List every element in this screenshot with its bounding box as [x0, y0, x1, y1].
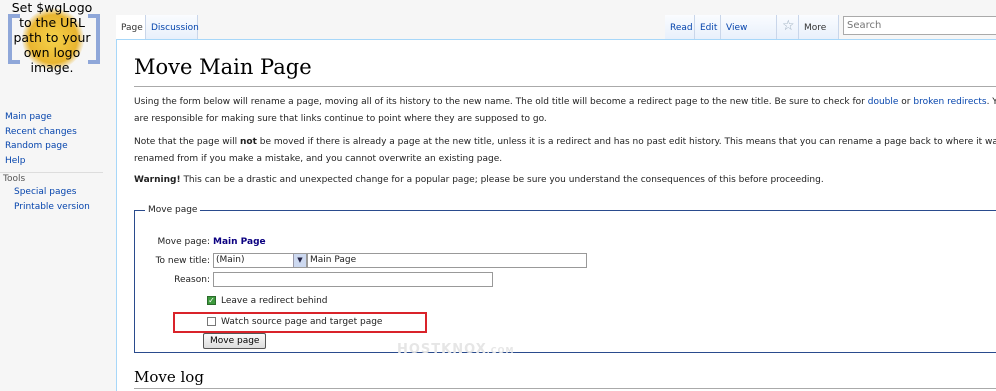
sidebar-item-help[interactable]: Help	[0, 154, 115, 169]
sidebar-item-main-page[interactable]: Main page	[0, 110, 115, 125]
main-content: Move Main Page Using the form below will…	[116, 39, 996, 391]
tab-view-history[interactable]: View history	[721, 15, 777, 59]
logo-text-line: own logo	[23, 45, 81, 60]
namespace-select[interactable]: (Main) ▼	[213, 253, 307, 268]
note-text-after: be moved if there is already a page at t…	[134, 137, 996, 164]
sidebar-item-recent-changes[interactable]: Recent changes	[0, 125, 115, 140]
new-title-input[interactable]: Main Page	[307, 253, 587, 268]
logo-placeholder-text: Set $wgLogo to the URL path to your own …	[2, 0, 102, 75]
move-log-heading: Move log	[134, 368, 204, 386]
tab-discussion[interactable]: Discussion	[146, 15, 199, 39]
move-page-button[interactable]: Move page	[203, 333, 267, 349]
tab-read[interactable]: Read	[665, 15, 695, 39]
logo-text-line: to the URL	[19, 15, 85, 30]
more-label: More	[804, 23, 827, 33]
form-legend: Move page	[148, 205, 198, 215]
leave-redirect-checkbox[interactable]: ✓	[207, 296, 216, 305]
page-title: Move Main Page	[134, 55, 312, 79]
sidebar-tools-heading[interactable]: Tools	[0, 172, 103, 185]
star-icon[interactable]: ☆	[777, 15, 799, 39]
sidebar: Main page Recent changes Random page Hel…	[0, 110, 115, 214]
tab-edit[interactable]: Edit	[695, 15, 721, 39]
logo-text-line: path to your	[13, 30, 91, 45]
double-redirects-link[interactable]: double	[868, 97, 899, 107]
site-logo[interactable]: Set $wgLogo to the URL path to your own …	[0, 0, 104, 88]
note-paragraph: Note that the page will not be moved if …	[134, 134, 996, 168]
title-divider	[134, 86, 996, 87]
reason-label: Reason:	[174, 275, 210, 285]
note-text-before: Note that the page will	[134, 137, 240, 147]
intro-paragraph: Using the form below will rename a page,…	[134, 94, 996, 128]
chevron-down-icon: ▼	[293, 254, 306, 267]
sidebar-item-random-page[interactable]: Random page	[0, 139, 115, 154]
watch-checkbox[interactable]	[207, 317, 216, 326]
watermark-suffix: .COM	[486, 346, 515, 355]
warning-paragraph: Warning! This can be a drastic and unexp…	[134, 172, 996, 189]
tab-more-menu[interactable]: More ▾	[799, 15, 839, 59]
leave-redirect-label[interactable]: Leave a redirect behind	[221, 296, 441, 306]
move-page-source-link[interactable]: Main Page	[213, 237, 333, 247]
namespace-selected-value: (Main)	[216, 255, 245, 265]
note-bold-not: not	[240, 137, 257, 147]
new-title-label: To new title:	[155, 256, 210, 266]
logo-text-line: Set $wgLogo	[11, 0, 93, 15]
watch-label[interactable]: Watch source page and target page	[221, 317, 441, 327]
search-input[interactable]	[843, 16, 996, 35]
move-log-divider	[134, 388, 996, 389]
reason-input[interactable]	[213, 272, 493, 287]
move-page-form: Move page Move page: Main Page To new ti…	[134, 205, 996, 353]
broken-redirects-link[interactable]: broken redirects	[913, 97, 986, 107]
sidebar-item-special-pages[interactable]: Special pages	[0, 185, 115, 200]
hostknox-watermark: HOSTKNOX.COM	[397, 342, 514, 357]
watermark-text: HOSTKNOX	[397, 342, 487, 357]
intro-text-mid: or	[898, 97, 914, 107]
warning-label: Warning!	[134, 175, 181, 185]
tab-page[interactable]: Page	[116, 15, 146, 39]
intro-text-before: Using the form below will rename a page,…	[134, 97, 868, 107]
sidebar-item-printable-version[interactable]: Printable version	[0, 200, 115, 215]
logo-text-line: image.	[30, 60, 74, 75]
warning-text: This can be a drastic and unexpected cha…	[180, 175, 824, 185]
move-page-label: Move page:	[157, 237, 210, 247]
